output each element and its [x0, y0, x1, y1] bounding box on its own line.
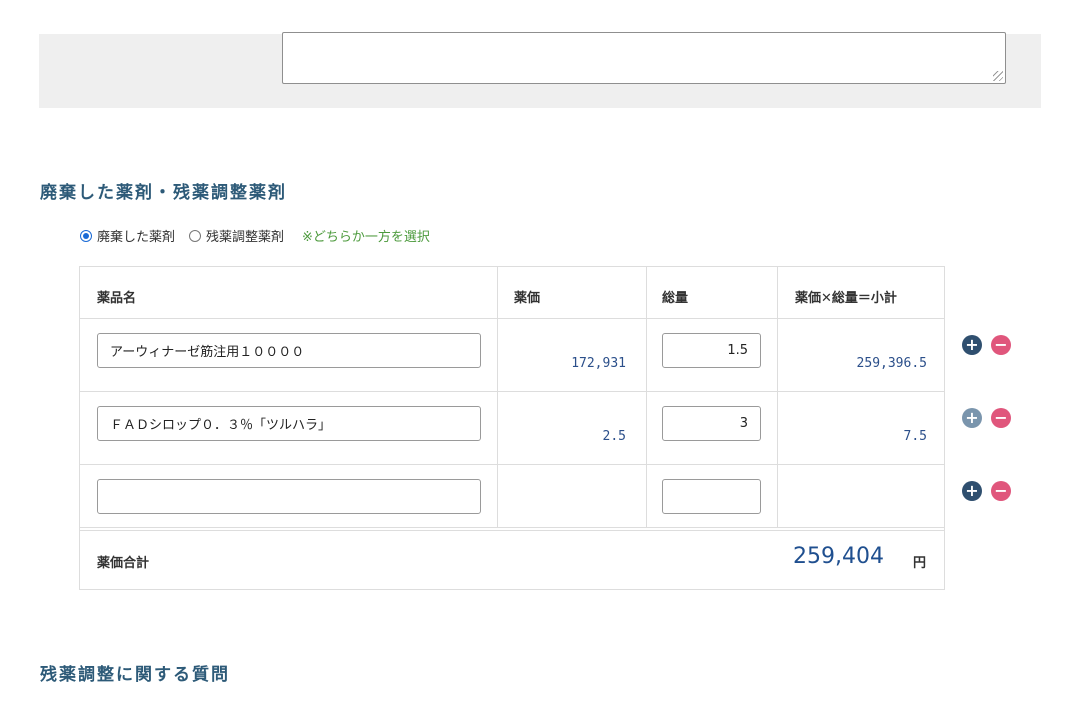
section-title-questions: 残薬調整に関する質問	[40, 665, 230, 685]
header-drug-name: 薬品名	[97, 291, 137, 306]
section-title-drugs: 廃棄した薬剤・残薬調整薬剤	[40, 183, 287, 203]
row-divider	[80, 391, 944, 392]
column-divider	[646, 267, 647, 527]
add-row-button[interactable]: +	[962, 335, 982, 355]
drug-name-input[interactable]: アーウィナーゼ筋注用１００００	[97, 333, 481, 368]
radio-adjusted[interactable]	[189, 229, 202, 242]
notes-textarea[interactable]	[282, 32, 1006, 84]
row-divider	[80, 318, 944, 319]
quantity-input[interactable]: 3	[662, 406, 761, 441]
remove-row-button[interactable]: −	[991, 481, 1011, 501]
total-label: 薬価合計	[97, 556, 150, 571]
add-row-button[interactable]: +	[962, 481, 982, 501]
drug-subtotal: 7.5	[903, 429, 927, 444]
radio-adjusted-label[interactable]: 残薬調整薬剤	[206, 226, 284, 245]
drug-type-radio-group: 廃棄した薬剤 残薬調整薬剤 ※どちらか一方を選択	[80, 226, 430, 245]
row-divider	[80, 464, 944, 465]
notes-panel	[39, 32, 1041, 108]
remove-row-button[interactable]: −	[991, 408, 1011, 428]
row-divider	[80, 530, 944, 531]
drug-price: 172,931	[571, 356, 626, 371]
header-price: 薬価	[514, 291, 541, 306]
header-subtotal: 薬価✕総量＝小計	[795, 291, 897, 306]
radio-disposed-label[interactable]: 廃棄した薬剤	[97, 226, 175, 245]
column-divider	[777, 267, 778, 527]
total-unit: 円	[912, 556, 926, 571]
selection-note: ※どちらか一方を選択	[302, 230, 430, 245]
remove-row-button[interactable]: −	[991, 335, 1011, 355]
total-value: 259,404	[793, 544, 884, 569]
drug-table: 薬品名 薬価 総量 薬価✕総量＝小計 アーウィナーゼ筋注用１００００ 172,9…	[79, 266, 945, 590]
drug-subtotal: 259,396.5	[856, 356, 927, 371]
header-quantity: 総量	[662, 291, 689, 306]
drug-name-input[interactable]: ＦＡＤシロップ０．３％「ツルハラ」	[97, 406, 481, 441]
quantity-input[interactable]	[662, 479, 761, 514]
drug-price: 2.5	[602, 429, 626, 444]
quantity-input[interactable]: 1.5	[662, 333, 761, 368]
add-row-button[interactable]: +	[962, 408, 982, 428]
column-divider	[497, 267, 498, 527]
radio-disposed[interactable]	[80, 229, 92, 242]
row-divider	[80, 527, 944, 528]
resize-handle[interactable]	[993, 71, 1003, 81]
drug-name-input[interactable]	[97, 479, 481, 514]
